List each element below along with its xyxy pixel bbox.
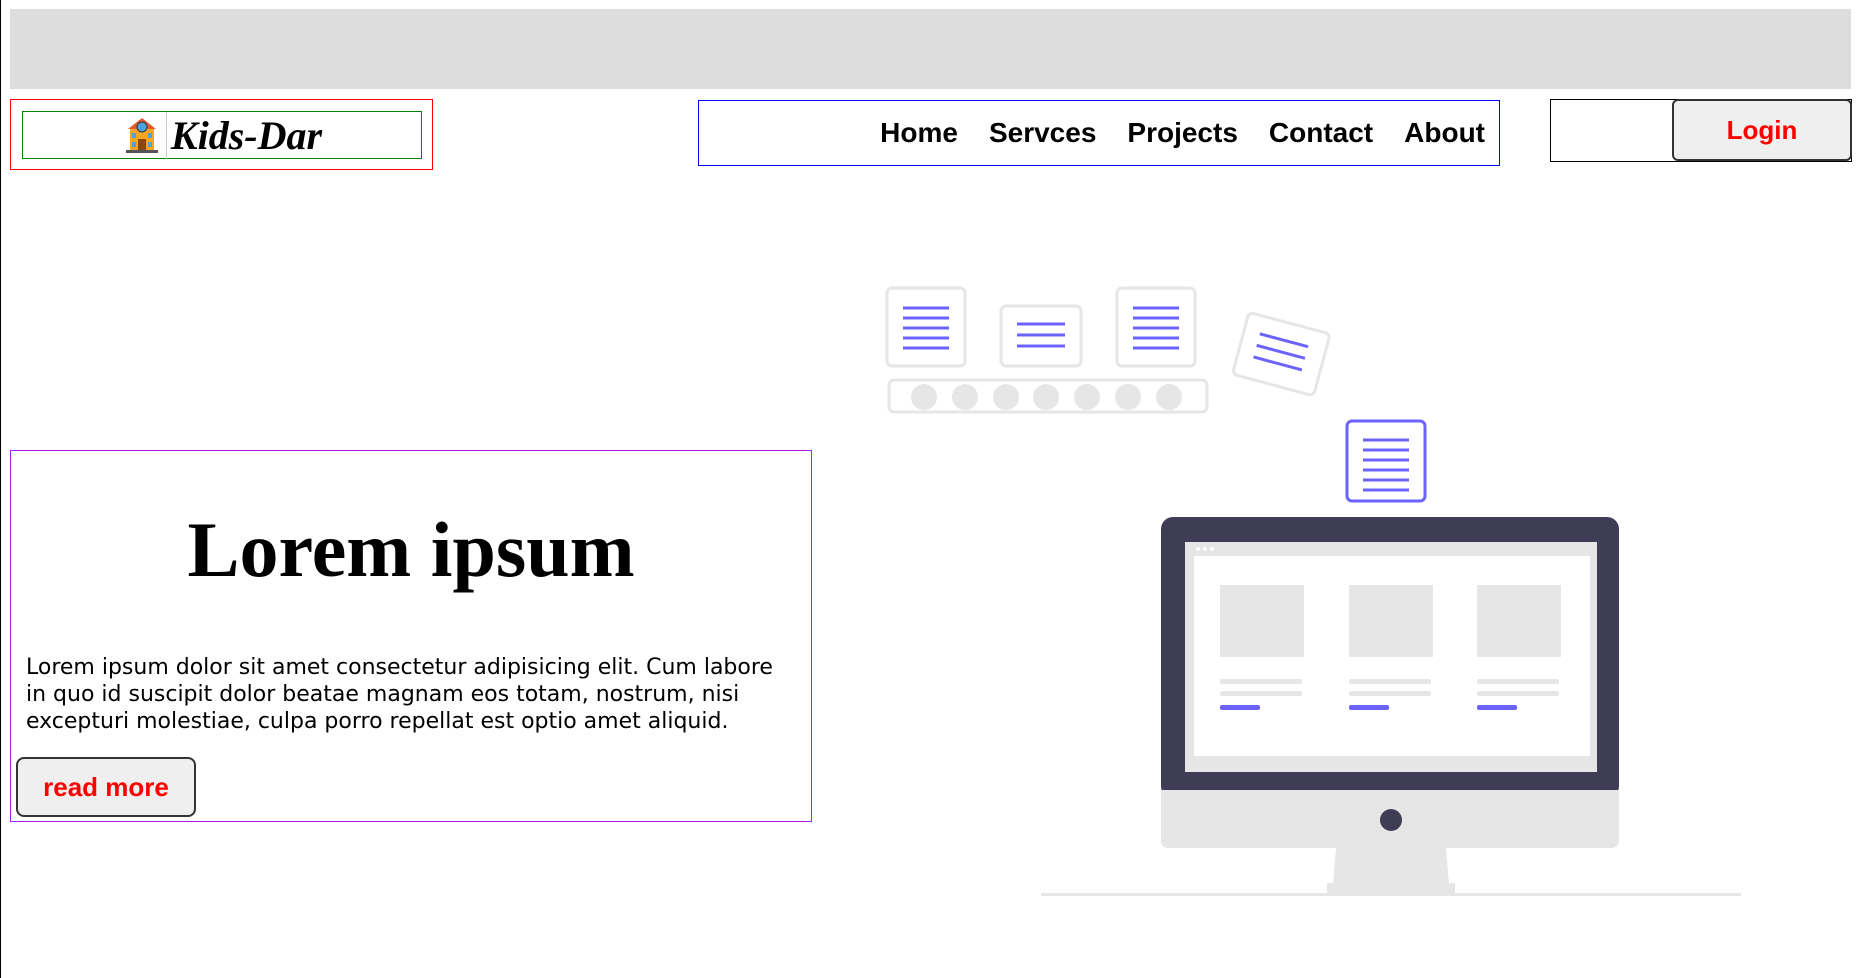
read-more-button[interactable]: read more	[16, 757, 196, 817]
monitor-illustration	[1041, 517, 1741, 896]
login-button[interactable]: Login	[1672, 99, 1852, 161]
logo-text: Kids-Dar	[165, 111, 322, 159]
hero-title: Lorem ipsum	[187, 506, 635, 593]
logo[interactable]: Kids-Dar	[22, 111, 422, 159]
conveyor-belt	[887, 378, 1209, 414]
login-container: Login	[1550, 99, 1852, 162]
document-card-flying	[1232, 311, 1331, 397]
nav-item-home[interactable]: Home	[880, 117, 958, 149]
main-nav: Home Servces Projects Contact About	[698, 100, 1500, 166]
top-banner	[10, 9, 1851, 89]
document-card-2	[999, 304, 1083, 368]
hero-text: Lorem ipsum dolor sit amet consectetur a…	[26, 655, 773, 734]
document-card-1	[885, 286, 967, 368]
nav-item-projects[interactable]: Projects	[1127, 117, 1238, 149]
hero-card: Lorem ipsum Lorem ipsum dolor sit amet c…	[10, 450, 812, 822]
nav-item-contact[interactable]: Contact	[1269, 117, 1373, 149]
document-card-falling	[1345, 419, 1427, 503]
nav-item-about[interactable]: About	[1404, 117, 1485, 149]
document-card-3	[1115, 286, 1197, 368]
logo-container[interactable]: Kids-Dar	[10, 99, 433, 170]
hero-illustration	[885, 286, 1741, 896]
nav-item-services[interactable]: Servces	[989, 117, 1096, 149]
school-building-icon	[125, 118, 158, 153]
